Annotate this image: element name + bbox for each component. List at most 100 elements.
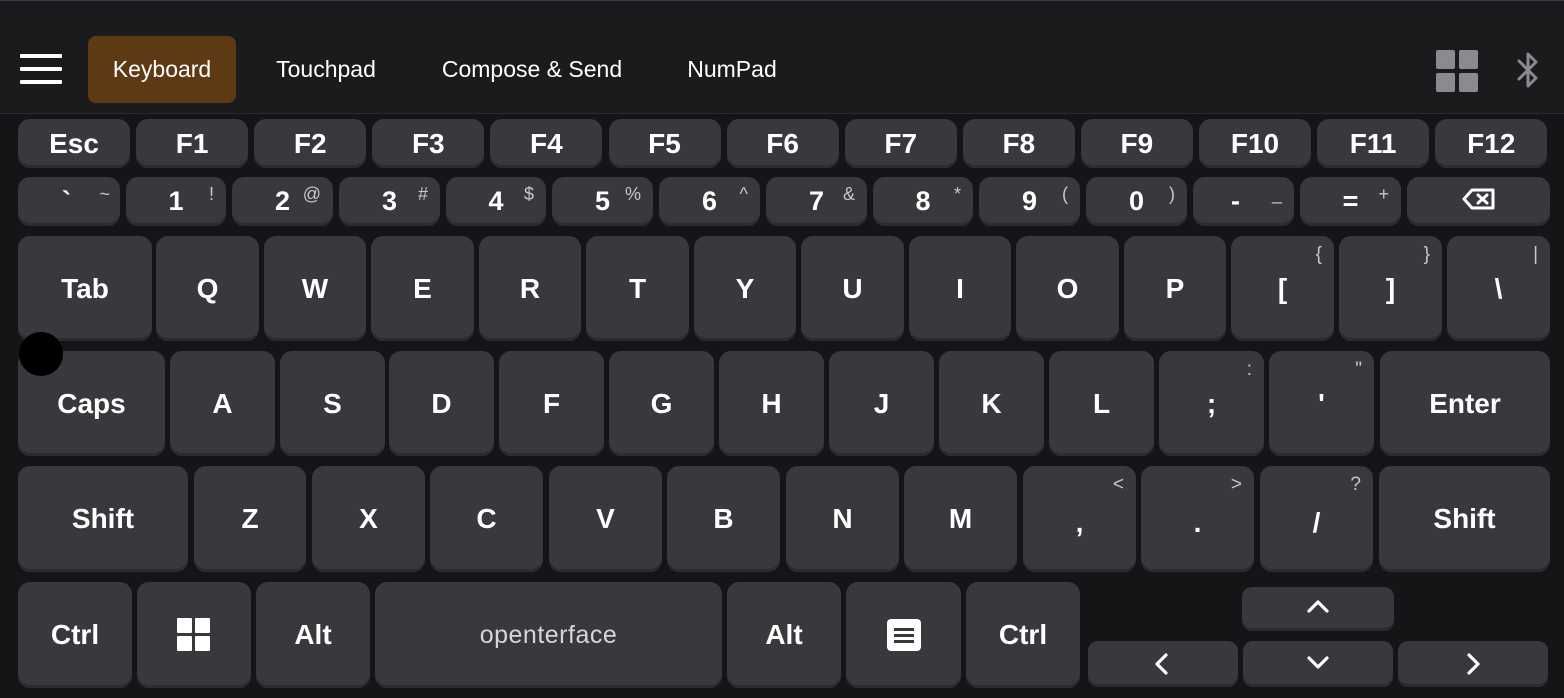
key-o-label: O (1056, 272, 1079, 304)
key-slash[interactable]: /? (1260, 466, 1373, 572)
key-i[interactable]: I (909, 236, 1011, 341)
key-b[interactable]: B (667, 466, 780, 572)
key-8-shift-label: * (953, 184, 961, 204)
key-3[interactable]: 3 # (339, 177, 440, 226)
key-period[interactable]: . > (1141, 466, 1254, 572)
key-l[interactable]: L (1049, 351, 1154, 456)
key-2[interactable]: 2 @ (232, 177, 333, 226)
tab-touchpad[interactable]: Touchpad (252, 36, 400, 103)
key-f9[interactable]: F9 (1080, 119, 1193, 168)
key-z-label: Z (241, 503, 259, 534)
key-u[interactable]: U (801, 236, 904, 341)
key-n[interactable]: N (786, 466, 899, 572)
key-arrow-up[interactable] (1242, 587, 1394, 631)
key-0[interactable]: 0) (1086, 177, 1187, 226)
key-f5[interactable]: F5 (608, 119, 721, 168)
key-x[interactable]: X (312, 466, 425, 572)
key-6-shift-label: ^ (739, 184, 748, 204)
key-5[interactable]: 5% (552, 177, 653, 226)
key-p[interactable]: P (1124, 236, 1226, 341)
key-alt-right[interactable]: Alt (727, 582, 841, 688)
key-space[interactable]: openterface (375, 582, 722, 688)
key-enter[interactable]: Enter (1380, 351, 1550, 456)
menu-icon[interactable] (20, 54, 62, 86)
key-s[interactable]: S (280, 351, 385, 456)
key-j-label: J (873, 387, 890, 419)
key-ctrl-right[interactable]: Ctrl (966, 582, 1080, 688)
key-backslash[interactable]: \ | (1447, 236, 1550, 341)
key-o[interactable]: O (1016, 236, 1119, 341)
keyboard-app: Keyboard Touchpad Compose & Send NumPad … (0, 0, 1564, 698)
key-v[interactable]: V (549, 466, 662, 572)
grid-view-icon[interactable] (1436, 50, 1478, 92)
key-c[interactable]: C (430, 466, 543, 572)
key-j[interactable]: J (829, 351, 934, 456)
key-shift-left[interactable]: Shift (18, 466, 188, 572)
key-arrow-right[interactable] (1398, 641, 1548, 687)
key-a[interactable]: A (170, 351, 275, 456)
key-q[interactable]: Q (156, 236, 259, 341)
key-8[interactable]: 8 * (873, 177, 973, 226)
key-t[interactable]: T (586, 236, 689, 341)
key-backtick[interactable]: ` ~ (18, 177, 120, 226)
key-f8[interactable]: F8 (962, 119, 1075, 168)
key-1[interactable]: 1! (126, 177, 226, 226)
tab-numpad[interactable]: NumPad (664, 36, 800, 103)
key-f10[interactable]: F10 (1199, 119, 1311, 168)
key-w[interactable]: W (264, 236, 366, 341)
bluetooth-icon[interactable] (1514, 51, 1542, 89)
key-y[interactable]: Y (694, 236, 796, 341)
key-f7[interactable]: F7 (844, 119, 957, 168)
key-minus[interactable]: - _ (1193, 177, 1294, 226)
key-d[interactable]: D (389, 351, 494, 456)
key-m[interactable]: M (904, 466, 1017, 572)
key-close-bracket[interactable]: ]} (1339, 236, 1442, 341)
key-e[interactable]: E (371, 236, 474, 341)
key-windows-label (137, 582, 251, 688)
key-f12[interactable]: F12 (1435, 119, 1548, 168)
key-open-bracket[interactable]: [{ (1231, 236, 1334, 341)
tab-compose-send[interactable]: Compose & Send (420, 36, 644, 103)
key-alt-left[interactable]: Alt (256, 582, 370, 688)
key-shift-left-label: Shift (71, 503, 135, 534)
key-tab[interactable]: Tab (18, 236, 152, 341)
key-arrow-left[interactable] (1088, 641, 1238, 687)
key-comma[interactable]: , < (1023, 466, 1136, 572)
key-comma-shift-label: < (1112, 474, 1124, 495)
key-f6[interactable]: F6 (726, 119, 839, 168)
key-f3[interactable]: F3 (372, 119, 485, 168)
key-h[interactable]: H (719, 351, 824, 456)
key-context-menu[interactable] (846, 582, 961, 688)
key-f4[interactable]: F4 (490, 119, 603, 168)
key-g[interactable]: G (609, 351, 714, 456)
key-6[interactable]: 6 ^ (659, 177, 760, 226)
key-f5-label: F5 (648, 127, 681, 159)
key-ctrl-right-label: Ctrl (998, 619, 1048, 650)
key-f1-label: F1 (175, 127, 209, 159)
key-4[interactable]: 4 $ (446, 177, 546, 226)
key-backspace[interactable] (1407, 177, 1550, 226)
tab-keyboard[interactable]: Keyboard (88, 36, 236, 103)
key-equals[interactable]: = + (1300, 177, 1401, 226)
key-semicolon[interactable]: ;: (1159, 351, 1264, 456)
arrow-down-icon (1306, 652, 1330, 676)
key-9[interactable]: 9( (979, 177, 1080, 226)
key-0-shift-label: ) (1169, 184, 1175, 204)
key-f11[interactable]: F11 (1317, 119, 1430, 168)
key-context-menu-label (846, 582, 961, 688)
key-7[interactable]: 7 & (766, 177, 867, 226)
key-esc[interactable]: Esc (18, 119, 130, 168)
key-r[interactable]: R (479, 236, 581, 341)
arrow-left-icon (1151, 652, 1175, 676)
key-4-shift-label: $ (523, 184, 534, 204)
key-z[interactable]: Z (194, 466, 306, 572)
key-windows[interactable] (137, 582, 251, 688)
key-f[interactable]: F (499, 351, 604, 456)
key-shift-right[interactable]: Shift (1379, 466, 1550, 572)
key-k[interactable]: K (939, 351, 1044, 456)
key-ctrl-left[interactable]: Ctrl (18, 582, 132, 688)
key-f2[interactable]: F2 (254, 119, 367, 168)
key-f1[interactable]: F1 (136, 119, 249, 168)
key-arrow-down[interactable] (1243, 641, 1393, 687)
key-quote[interactable]: ' " (1269, 351, 1374, 456)
